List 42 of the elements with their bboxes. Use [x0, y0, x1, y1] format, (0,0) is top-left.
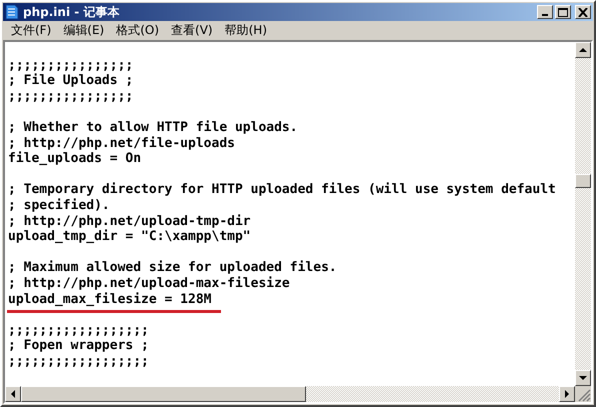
scroll-thumb[interactable] [575, 174, 591, 188]
text-line: ;;;;;;;;;;;;;;;;;; [8, 354, 149, 370]
scroll-thumb[interactable] [21, 386, 306, 402]
text-line: ; specified). [8, 198, 110, 214]
close-button[interactable] [575, 5, 591, 19]
menu-item[interactable]: 编辑(E) [57, 22, 110, 38]
text-line: ; Whether to allow HTTP file uploads. [8, 120, 298, 136]
text-line: upload_tmp_dir = "C:\xampp\tmp" [8, 229, 251, 245]
scroll-up-button[interactable] [575, 42, 591, 58]
window-title: php.ini - 记事本 [23, 4, 120, 20]
text-line: upload_max_filesize = 128M [8, 292, 212, 308]
right-arrow-icon [565, 390, 569, 398]
text-line: ;;;;;;;;;;;;;;;;;; [8, 322, 149, 338]
text-line: ; http://php.net/upload-max-filesize [8, 276, 290, 292]
minimize-button[interactable] [537, 5, 553, 19]
maximize-icon [558, 8, 568, 16]
text-line: ;;;;;;;;;;;;;;;; [8, 58, 134, 73]
text-line: ; Fopen wrappers ; [8, 338, 149, 354]
text-line: file_uploads = On [8, 151, 142, 167]
down-arrow-icon [579, 376, 587, 380]
text-area[interactable] [5, 42, 575, 386]
text-line: ; File Uploads ; [8, 73, 134, 89]
vertical-scrollbar[interactable] [575, 42, 591, 386]
menu-item[interactable]: 帮助(H) [218, 22, 273, 38]
menu-item[interactable]: 查看(V) [165, 22, 219, 38]
up-arrow-icon [579, 48, 587, 52]
horizontal-scrollbar[interactable] [5, 386, 575, 402]
left-arrow-icon [11, 390, 15, 398]
menu-item[interactable]: 格式(O) [110, 22, 166, 38]
scroll-down-button[interactable] [575, 370, 591, 386]
text-line: ; http://php.net/file-uploads [8, 136, 235, 151]
notepad-icon [5, 4, 19, 20]
text-line: ; Temporary directory for HTTP uploaded files (will use system default [8, 182, 556, 198]
text-line: ; http://php.net/upload-tmp-dir [8, 214, 251, 229]
maximize-button[interactable] [555, 5, 571, 19]
scroll-right-button[interactable] [559, 386, 575, 402]
menu-item[interactable]: 文件(F) [5, 22, 58, 38]
text-line: ;;;;;;;;;;;;;;;; [8, 88, 134, 104]
text-line: ; Maximum allowed size for uploaded files. [8, 260, 337, 276]
close-icon [578, 8, 588, 16]
minimize-icon [542, 14, 548, 16]
scroll-left-button[interactable] [5, 386, 21, 402]
